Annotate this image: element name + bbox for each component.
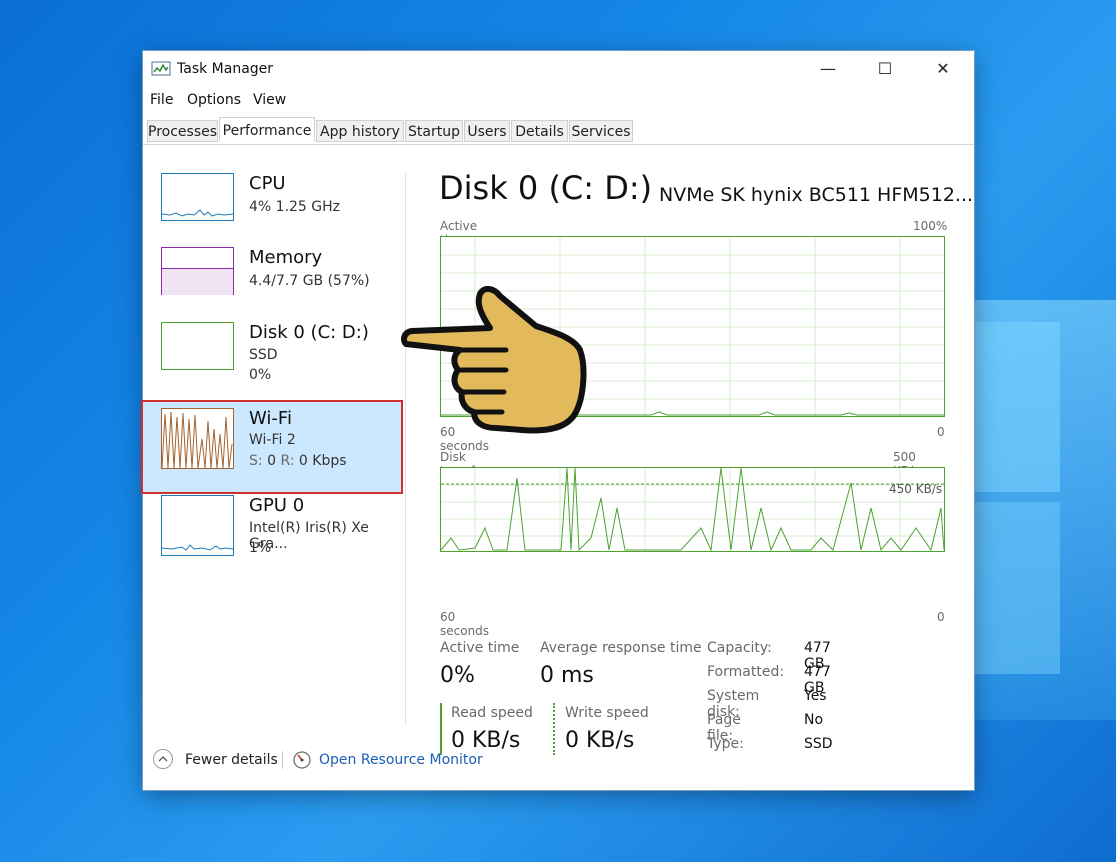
- menu-view[interactable]: View: [253, 92, 286, 108]
- memory-usage: 4.4/7.7 GB (57%): [249, 273, 370, 289]
- cpu-usage: 4% 1.25 GHz: [249, 199, 341, 215]
- disk-type: SSD: [249, 347, 278, 363]
- sidebar-item-wifi[interactable]: Wi-Fi Wi-Fi 2 S: 0 R: 0 Kbps: [143, 408, 405, 472]
- minimize-button[interactable]: —: [805, 51, 851, 87]
- avg-response-value: 0 ms: [540, 663, 594, 688]
- tab-processes[interactable]: Processes: [147, 120, 218, 142]
- avg-response-label: Average response time: [540, 640, 702, 656]
- sidebar-item-memory[interactable]: Memory 4.4/7.7 GB (57%): [143, 247, 405, 307]
- footer-bar: Fewer details Open Resource Monitor: [143, 747, 974, 783]
- wifi-thumbnail-graph: [161, 408, 234, 469]
- task-manager-icon: [151, 61, 171, 76]
- tab-services[interactable]: Services: [569, 120, 633, 142]
- gpu-model: Intel(R) Iris(R) Xe Gra...: [249, 520, 369, 552]
- write-speed-label: Write speed: [565, 705, 649, 721]
- memory-thumbnail-graph: [161, 247, 234, 295]
- close-button[interactable]: ✕: [920, 51, 966, 87]
- gpu-thumbnail-graph: [161, 495, 234, 556]
- capacity-label: Capacity:: [707, 640, 772, 656]
- disk-label: Disk 0 (C: D:): [249, 322, 369, 343]
- desktop-window-logo-pane: [975, 502, 1060, 674]
- wifi-adapter: Wi-Fi 2: [249, 432, 296, 448]
- gpu-label: GPU 0: [249, 495, 305, 516]
- tab-startup[interactable]: Startup: [405, 120, 463, 142]
- menu-file[interactable]: File: [150, 92, 173, 108]
- pointing-hand-icon: [401, 286, 587, 434]
- pane-divider: [405, 173, 406, 725]
- maximize-button[interactable]: ☐: [862, 51, 908, 87]
- transfer-rate-graph: 450 KB/s: [440, 467, 945, 552]
- system-disk-value: Yes: [804, 688, 827, 704]
- resource-monitor-icon[interactable]: [293, 751, 311, 769]
- sidebar-item-cpu[interactable]: CPU 4% 1.25 GHz: [143, 171, 405, 231]
- cpu-thumbnail-graph: [161, 173, 234, 221]
- tab-performance[interactable]: Performance: [219, 117, 315, 142]
- title-bar[interactable]: Task Manager — ☐ ✕: [143, 51, 974, 87]
- gpu-usage: 1%: [249, 540, 272, 556]
- sidebar-item-gpu[interactable]: GPU 0 Intel(R) Iris(R) Xe Gra... 1%: [143, 495, 405, 559]
- cpu-label: CPU: [249, 173, 286, 194]
- active-time-value: 0%: [440, 663, 475, 688]
- chevron-up-icon[interactable]: [153, 749, 173, 769]
- disk-model-name: NVMe SK hynix BC511 HFM512...: [659, 184, 974, 206]
- transfer-graph-inner-scale: 450 KB/s: [889, 482, 943, 496]
- tab-users[interactable]: Users: [464, 120, 510, 142]
- disk-usage: 0%: [249, 367, 272, 383]
- active-time-label: Active time: [440, 640, 520, 656]
- disk-thumbnail-graph: [161, 322, 234, 370]
- window-title: Task Manager: [177, 61, 274, 77]
- desktop-window-logo-pane: [975, 322, 1060, 492]
- active-time-graph-end: 0: [937, 425, 945, 439]
- wifi-label: Wi-Fi: [249, 408, 292, 429]
- menu-options[interactable]: Options: [187, 92, 241, 108]
- tab-details[interactable]: Details: [511, 120, 568, 142]
- active-time-graph-max: 100%: [913, 219, 948, 233]
- resource-list: CPU 4% 1.25 GHz Memory 4.4/7.7 GB (57%) …: [141, 145, 405, 725]
- open-resource-monitor-link[interactable]: Open Resource Monitor: [319, 752, 483, 768]
- transfer-graph-end: 0: [937, 610, 945, 624]
- sidebar-item-disk[interactable]: Disk 0 (C: D:) SSD 0%: [143, 322, 405, 386]
- footer-separator: [282, 751, 283, 769]
- fewer-details-button[interactable]: Fewer details: [185, 752, 278, 768]
- wifi-throughput: S: 0 R: 0 Kbps: [249, 453, 347, 469]
- memory-label: Memory: [249, 247, 323, 268]
- detail-title: Disk 0 (C: D:): [439, 169, 653, 207]
- page-file-value: No: [804, 712, 824, 728]
- transfer-graph-start: 60 seconds: [440, 610, 490, 638]
- tab-app-history[interactable]: App history: [316, 120, 404, 142]
- formatted-label: Formatted:: [707, 664, 785, 680]
- read-speed-label: Read speed: [451, 705, 533, 721]
